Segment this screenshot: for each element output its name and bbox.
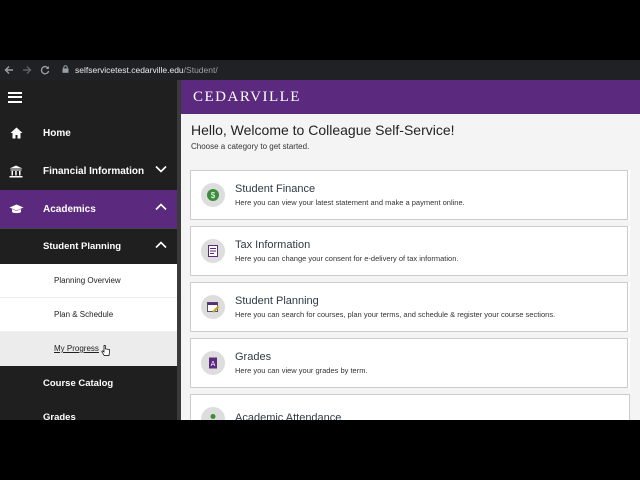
person-icon [201, 407, 225, 420]
forward-arrow-icon[interactable] [18, 60, 36, 80]
card-description: Here you can change your consent for e-d… [235, 254, 459, 263]
sidebar-item-label: Grades [43, 411, 76, 421]
submenu-item-label: Plan & Schedule [54, 310, 114, 319]
sidebar-item-label: Financial Information [43, 165, 145, 177]
adjacent-card-edge [627, 226, 630, 276]
svg-text:A: A [211, 361, 216, 368]
card-title[interactable]: Grades [235, 351, 368, 363]
pointer-cursor-icon [101, 345, 110, 358]
money-icon: $ [201, 183, 225, 207]
chevron-down-icon [155, 165, 167, 176]
screen: selfservicetest.cedarville.edu/Student/ … [0, 60, 640, 420]
sidebar-item-home[interactable]: Home [0, 114, 177, 152]
sidebar: Home Financial Information Academics Stu… [0, 80, 177, 420]
menu-icon[interactable] [8, 91, 22, 103]
grade-report-icon: A [201, 351, 225, 375]
card-grades[interactable]: A Grades Here you can view your grades b… [190, 338, 630, 388]
card-description: Here you can search for courses, plan yo… [235, 310, 556, 319]
reload-icon[interactable] [36, 60, 54, 80]
adjacent-card-edge [627, 282, 630, 332]
chevron-up-icon [155, 203, 167, 214]
submenu-item-planning-overview[interactable]: Planning Overview [0, 264, 177, 298]
card-description: Here you can view your latest statement … [235, 198, 465, 207]
submenu-item-label: Planning Overview [54, 276, 121, 285]
submenu-item-label: My Progress [54, 344, 99, 353]
submenu-item-my-progress[interactable]: My Progress [0, 332, 177, 366]
card-tax-information[interactable]: Tax Information Here you can change your… [190, 226, 630, 276]
page-title: Hello, Welcome to Colleague Self-Service… [191, 122, 455, 138]
address-bar[interactable]: selfservicetest.cedarville.edu/Student/ [58, 62, 618, 78]
url-domain: selfservicetest.cedarville.edu [75, 65, 184, 75]
submenu-item-plan-schedule[interactable]: Plan & Schedule [0, 298, 177, 332]
card-student-planning[interactable]: Student Planning Here you can search for… [190, 282, 630, 332]
back-arrow-icon[interactable] [0, 60, 18, 80]
chevron-up-icon [155, 241, 167, 252]
card-academic-attendance[interactable]: Academic Attendance [190, 394, 630, 420]
sidebar-item-academics[interactable]: Academics [0, 190, 177, 228]
page-subtitle: Choose a category to get started. [191, 142, 310, 151]
submenu-student-planning[interactable]: Student Planning [0, 228, 177, 264]
sidebar-item-label: Home [43, 127, 71, 139]
sidebar-item-label: Course Catalog [43, 377, 114, 389]
main-content: CEDARVILLE Hello, Welcome to Colleague S… [181, 80, 640, 420]
welcome-section: Hello, Welcome to Colleague Self-Service… [181, 114, 640, 160]
card-student-finance[interactable]: $ Student Finance Here you can view your… [190, 170, 630, 220]
tax-form-icon [201, 239, 225, 263]
svg-text:$: $ [211, 191, 216, 200]
bank-icon [1, 165, 31, 178]
category-cards: $ Student Finance Here you can view your… [190, 170, 630, 420]
home-icon [1, 127, 31, 139]
sidebar-header [0, 80, 177, 114]
brand-logo[interactable]: CEDARVILLE [193, 89, 301, 106]
browser-toolbar: selfservicetest.cedarville.edu/Student/ [0, 60, 640, 80]
sidebar-item-course-catalog[interactable]: Course Catalog [0, 366, 177, 400]
adjacent-card-edge [627, 338, 630, 388]
brand-header: CEDARVILLE [181, 80, 640, 114]
adjacent-card-edge [627, 170, 630, 220]
submenu-header-label: Student Planning [43, 241, 122, 252]
card-title[interactable]: Student Planning [235, 295, 555, 307]
card-description: Here you can view your grades by term. [235, 366, 368, 375]
sidebar-item-grades[interactable]: Grades [0, 400, 177, 421]
lock-icon [62, 65, 69, 75]
card-title[interactable]: Student Finance [235, 183, 465, 195]
card-title[interactable]: Tax Information [235, 239, 458, 251]
sidebar-item-financial-information[interactable]: Financial Information [0, 152, 177, 190]
card-title[interactable]: Academic Attendance [235, 412, 341, 421]
url-path: /Student/ [183, 65, 218, 75]
calendar-icon [201, 295, 225, 319]
sidebar-item-label: Academics [43, 203, 96, 215]
graduation-cap-icon [1, 204, 31, 215]
